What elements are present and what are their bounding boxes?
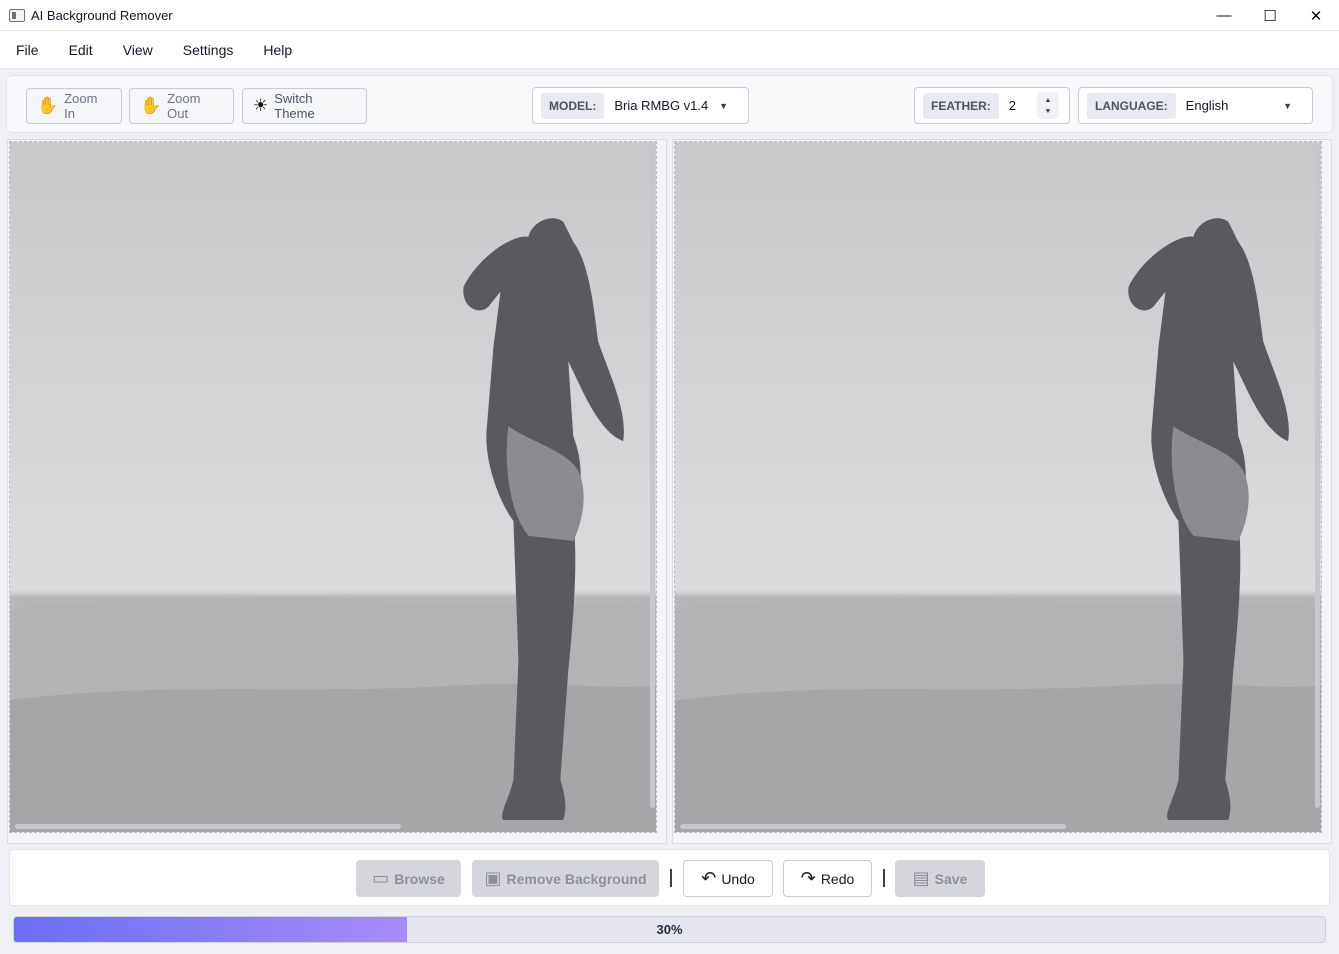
toolbar: ✋ Zoom In ✋ Zoom Out ☀ Switch Theme MODE… [6,75,1333,133]
menu-bar: File Edit View Settings Help [0,31,1339,69]
undo-icon: ↶ [701,868,717,888]
chevron-down-icon: ▼ [719,100,728,111]
progress-bar: 30% [13,916,1326,943]
switch-theme-label: Switch Theme [274,91,315,121]
language-value: English [1185,98,1229,113]
result-image [675,142,1321,832]
undo-button[interactable]: ↶ Undo [683,860,773,897]
original-image [10,142,656,832]
feather-value: 2 [1008,98,1017,113]
window-controls: — ☐ ✕ [1201,0,1339,31]
menu-settings[interactable]: Settings [183,42,234,58]
save-label: Save [934,870,968,887]
chevron-down-icon: ▼ [1283,100,1292,111]
separator [670,869,672,887]
zoom-in-label: Zoom In [64,91,98,121]
feather-spinbox[interactable]: FEATHER: 2 ▲ ▼ [914,87,1070,124]
progress-text: 30% [656,922,683,937]
model-label: MODEL: [541,92,605,119]
title-bar: AI Background Remover — ☐ ✕ [0,0,1339,31]
zoom-out-label: Zoom Out [167,91,201,121]
browse-button[interactable]: ▭ Browse [356,860,461,897]
result-image-panel [672,139,1332,844]
separator [883,869,885,887]
remove-background-label: Remove Background [506,870,647,887]
model-select[interactable]: MODEL: Bria RMBG v1.4 ▼ [532,87,749,124]
model-value: Bria RMBG v1.4 [614,98,709,113]
remove-background-button[interactable]: ▣ Remove Background [472,860,659,897]
menu-file[interactable]: File [16,42,39,58]
original-image-panel [7,139,667,844]
browse-label: Browse [394,870,445,887]
feather-label: FEATHER: [923,92,999,119]
sun-icon: ☀ [253,96,269,115]
horizontal-scrollbar[interactable] [15,824,401,829]
redo-button[interactable]: ↷ Redo [783,860,872,897]
menu-help[interactable]: Help [263,42,292,58]
step-up-icon[interactable]: ▲ [1045,95,1052,106]
minimize-button[interactable]: — [1201,0,1247,31]
menu-edit[interactable]: Edit [69,42,93,58]
hand-icon: ✋ [140,96,162,115]
hand-icon: ✋ [37,96,59,115]
window-title: AI Background Remover [31,7,173,23]
redo-icon: ↷ [800,868,816,888]
language-select[interactable]: LANGUAGE: English ▼ [1078,87,1313,124]
vertical-scrollbar[interactable] [1315,146,1320,808]
app-icon [9,8,25,22]
undo-label: Undo [721,870,755,887]
maximize-button[interactable]: ☐ [1247,0,1293,31]
zoom-in-button[interactable]: ✋ Zoom In [26,88,122,124]
close-button[interactable]: ✕ [1293,0,1339,31]
action-bar: ▭ Browse ▣ Remove Background ↶ Undo ↷ Re… [9,849,1330,906]
horizontal-scrollbar[interactable] [680,824,1066,829]
zoom-out-button[interactable]: ✋ Zoom Out [129,88,234,124]
original-image-canvas[interactable] [9,141,657,833]
vertical-scrollbar[interactable] [650,146,655,808]
image-edit-icon: ▣ [484,868,502,888]
menu-view[interactable]: View [123,42,153,58]
redo-label: Redo [820,870,855,887]
switch-theme-button[interactable]: ☀ Switch Theme [242,88,367,124]
feather-stepper[interactable]: ▲ ▼ [1037,92,1059,119]
save-button[interactable]: ▤ Save [895,860,985,897]
floppy-disk-icon: ▤ [912,868,930,888]
result-image-canvas[interactable] [674,141,1322,833]
step-down-icon[interactable]: ▼ [1045,106,1052,117]
language-label: LANGUAGE: [1087,92,1176,119]
folder-icon: ▭ [372,868,390,888]
